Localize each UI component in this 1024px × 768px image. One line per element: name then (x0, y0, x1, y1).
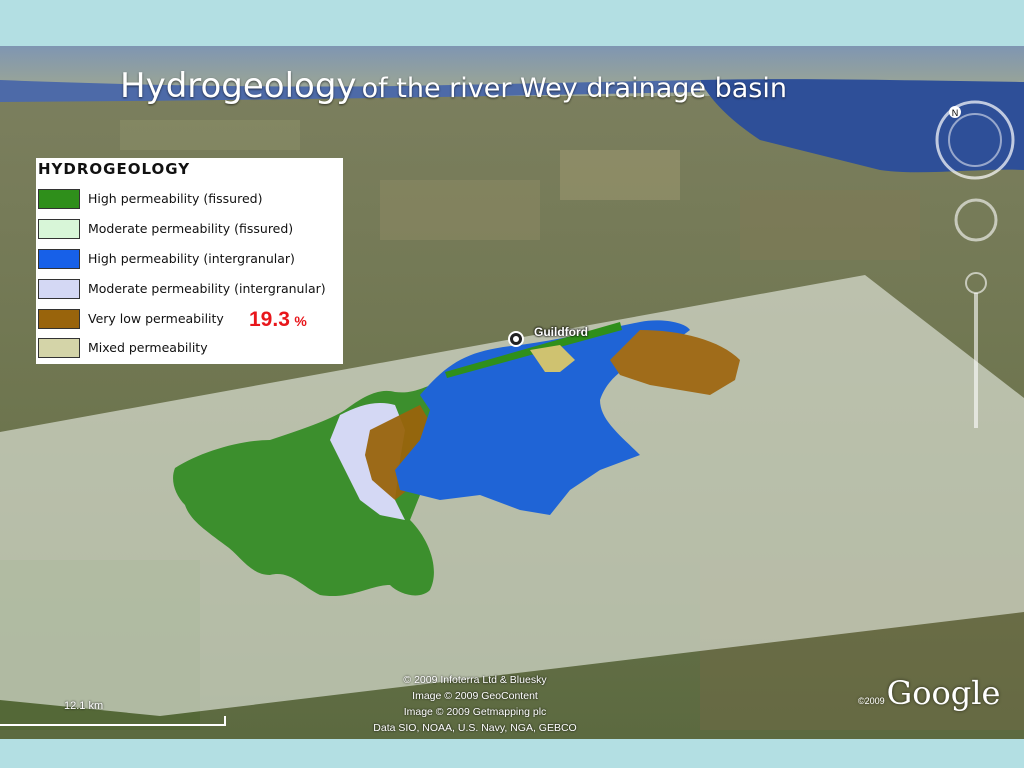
attribution-line: Image © 2009 Getmapping plc (403, 706, 547, 718)
legend-label: Very low permeability (88, 311, 224, 326)
scale-line (0, 716, 226, 726)
legend-label: Moderate permeability (fissured) (88, 221, 294, 236)
legend-label: Moderate permeability (intergranular) (88, 281, 326, 296)
compass-icon[interactable]: N (933, 98, 1017, 182)
legend-swatch (38, 219, 80, 239)
attribution-line: Data SIO, NOAA, U.S. Navy, NGA, GEBCO (373, 722, 577, 734)
legend-swatch (38, 189, 80, 209)
percentage-value: 19.3 (249, 308, 290, 331)
legend-swatch (38, 279, 80, 299)
map-attribution: © 2009 Infoterra Ltd & Bluesky Image © 2… (340, 672, 610, 736)
percentage-annotation: 19.3 % (249, 308, 307, 332)
title-main: Hydrogeology (120, 66, 357, 106)
map-view[interactable]: N (0, 46, 1024, 739)
logo-year: ©2009 (858, 696, 885, 706)
hydrogeology-legend: HYDROGEOLOGY High permeability (fissured… (36, 158, 343, 364)
terrain-background (0, 46, 1024, 739)
scale-bar: 12.1 km (0, 700, 230, 730)
slide-title: Hydrogeology of the river Wey drainage b… (120, 66, 787, 106)
legend-swatch (38, 249, 80, 269)
legend-swatch (38, 338, 80, 358)
legend-label: High permeability (fissured) (88, 191, 263, 206)
place-label: Guildford (534, 325, 588, 339)
legend-swatch (38, 309, 80, 329)
zoom-slider-icon[interactable] (950, 198, 1002, 438)
google-logo: ©2009Google (858, 674, 1000, 712)
place-marker-icon (508, 331, 524, 347)
attribution-line: Image © 2009 GeoContent (412, 690, 538, 702)
title-rest: of the river Wey drainage basin (361, 73, 787, 104)
compass-north-label: N (952, 108, 959, 118)
logo-text: Google (886, 674, 1001, 712)
legend-label: High permeability (intergranular) (88, 251, 295, 266)
attribution-line: © 2009 Infoterra Ltd & Bluesky (403, 674, 547, 686)
scale-label: 12.1 km (64, 700, 104, 712)
legend-label: Mixed permeability (88, 340, 208, 355)
legend-heading: HYDROGEOLOGY (38, 160, 191, 178)
percentage-unit: % (294, 313, 307, 329)
